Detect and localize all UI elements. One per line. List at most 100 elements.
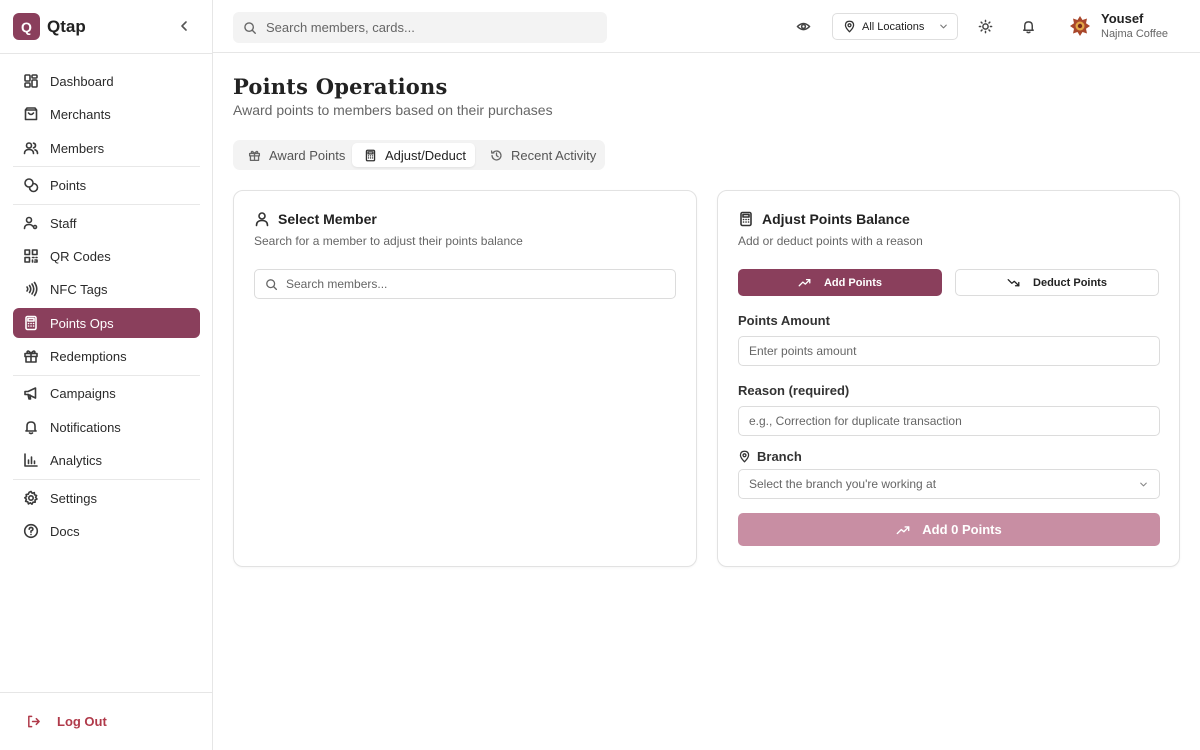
tab-label: Adjust/Deduct	[385, 147, 466, 163]
tab-adjust-deduct[interactable]: Adjust/Deduct	[352, 143, 475, 167]
branch-label-text: Branch	[757, 449, 802, 464]
sidebar-item-points-ops[interactable]: Points Ops	[13, 308, 200, 338]
sidebar-item-qr-codes[interactable]: QR Codes	[13, 241, 200, 271]
visibility-toggle-button[interactable]	[796, 19, 811, 34]
trending-up-icon	[798, 276, 811, 289]
chevron-down-icon	[1138, 479, 1149, 490]
calculator-icon	[738, 211, 754, 227]
branch-label: Branch	[738, 449, 802, 464]
brand[interactable]: Q Qtap	[13, 13, 86, 40]
brand-logo: Q	[13, 13, 40, 40]
sidebar-item-label: Docs	[50, 523, 80, 539]
sidebar-item-label: Merchants	[50, 106, 111, 122]
sidebar-item-label: Analytics	[50, 452, 103, 468]
sidebar-item-label: Points Ops	[50, 315, 114, 331]
nav-divider	[13, 479, 200, 480]
sidebar-item-redemptions[interactable]: Redemptions	[13, 341, 200, 371]
points-amount-label: Points Amount	[738, 313, 830, 328]
member-search[interactable]	[254, 269, 676, 299]
select-member-title: Select Member	[254, 211, 377, 227]
avatar	[1069, 15, 1091, 37]
adjust-points-subtitle: Add or deduct points with a reason	[738, 234, 923, 248]
card-title-text: Select Member	[278, 211, 377, 227]
user-menu[interactable]: Yousef Najma Coffee	[1069, 11, 1168, 41]
points-amount-input[interactable]	[749, 344, 1149, 358]
sidebar-item-label: Campaigns	[50, 385, 116, 401]
user-name: Yousef	[1101, 11, 1144, 26]
tab-label: Recent Activity	[511, 147, 597, 163]
sidebar-item-label: NFC Tags	[50, 281, 108, 297]
reason-input[interactable]	[749, 414, 1149, 428]
calculator-icon	[364, 149, 377, 162]
coins-icon	[23, 177, 39, 193]
calculator-icon	[23, 315, 39, 331]
adjust-points-title: Adjust Points Balance	[738, 211, 910, 227]
dashboard-icon	[23, 73, 39, 89]
reason-label: Reason (required)	[738, 383, 850, 398]
sidebar-item-label: Redemptions	[50, 348, 127, 364]
eye-icon	[796, 22, 811, 31]
branch-select[interactable]: Select the branch you're working at	[738, 469, 1160, 499]
avatar-logo-icon	[1070, 16, 1090, 36]
gift-icon	[23, 348, 39, 364]
user-icon	[254, 211, 270, 227]
brand-name: Qtap	[47, 16, 86, 36]
qr-code-icon	[23, 248, 39, 264]
nav-divider	[13, 375, 200, 376]
sidebar-item-nfc-tags[interactable]: NFC Tags	[13, 274, 200, 304]
collapse-sidebar-button[interactable]	[176, 18, 192, 34]
member-search-input[interactable]	[286, 277, 675, 291]
logout-button[interactable]: Log Out	[26, 710, 107, 732]
help-circle-icon	[23, 523, 39, 539]
bell-icon	[23, 419, 39, 435]
nav-divider	[13, 204, 200, 205]
nfc-icon	[23, 281, 39, 297]
sun-icon	[978, 19, 993, 34]
search-icon	[265, 278, 278, 291]
sidebar-item-label: Dashboard	[50, 73, 114, 89]
bell-icon	[1023, 21, 1034, 34]
global-search[interactable]	[233, 12, 607, 43]
add-points-button[interactable]: Add Points	[738, 269, 942, 296]
tab-award-points[interactable]: Award Points	[236, 143, 349, 167]
tab-label: Award Points	[269, 147, 346, 163]
chevron-down-icon	[938, 21, 949, 32]
select-member-card: Select Member Search for a member to adj…	[233, 190, 697, 567]
reason-field[interactable]	[738, 406, 1160, 436]
sidebar-item-notifications[interactable]: Notifications	[13, 412, 200, 442]
submit-points-button[interactable]: Add 0 Points	[738, 513, 1160, 546]
sidebar-item-merchants[interactable]: Merchants	[13, 99, 200, 129]
tabs: Award Points Adjust/Deduct Recent Activi…	[233, 140, 605, 170]
sidebar-item-staff[interactable]: Staff	[13, 208, 200, 238]
users-icon	[23, 140, 39, 156]
adjust-points-card: Adjust Points Balance Add or deduct poin…	[717, 190, 1180, 567]
nav-divider	[13, 166, 200, 167]
sidebar-item-dashboard[interactable]: Dashboard	[13, 66, 200, 96]
deduct-points-button[interactable]: Deduct Points	[955, 269, 1159, 296]
sidebar-item-campaigns[interactable]: Campaigns	[13, 378, 200, 408]
theme-toggle-button[interactable]	[978, 19, 993, 34]
sidebar-item-docs[interactable]: Docs	[13, 516, 200, 546]
trending-down-icon	[1007, 276, 1020, 289]
user-org: Najma Coffee	[1101, 28, 1169, 40]
sidebar-item-members[interactable]: Members	[13, 133, 200, 163]
top-header: All Locations Yousef Najma Coffee	[213, 0, 1200, 53]
tab-recent-activity[interactable]: Recent Activity	[478, 143, 602, 167]
sidebar-item-analytics[interactable]: Analytics	[13, 445, 200, 475]
select-member-subtitle: Search for a member to adjust their poin…	[254, 234, 523, 248]
sidebar-divider	[0, 692, 213, 693]
global-search-input[interactable]	[266, 20, 586, 35]
history-icon	[490, 149, 503, 162]
page-subtitle: Award points to members based on their p…	[233, 102, 553, 118]
location-select[interactable]: All Locations	[832, 13, 958, 40]
sidebar-item-points[interactable]: Points	[13, 170, 200, 200]
sidebar-item-label: Notifications	[50, 419, 121, 435]
search-icon	[243, 21, 257, 35]
staff-icon	[23, 215, 39, 231]
sidebar-item-label: Settings	[50, 490, 97, 506]
points-amount-field[interactable]	[738, 336, 1160, 366]
sidebar-item-settings[interactable]: Settings	[13, 483, 200, 513]
notifications-button[interactable]	[1021, 19, 1036, 34]
sidebar-item-label: Members	[50, 140, 105, 156]
submit-points-label: Add 0 Points	[922, 522, 1002, 537]
